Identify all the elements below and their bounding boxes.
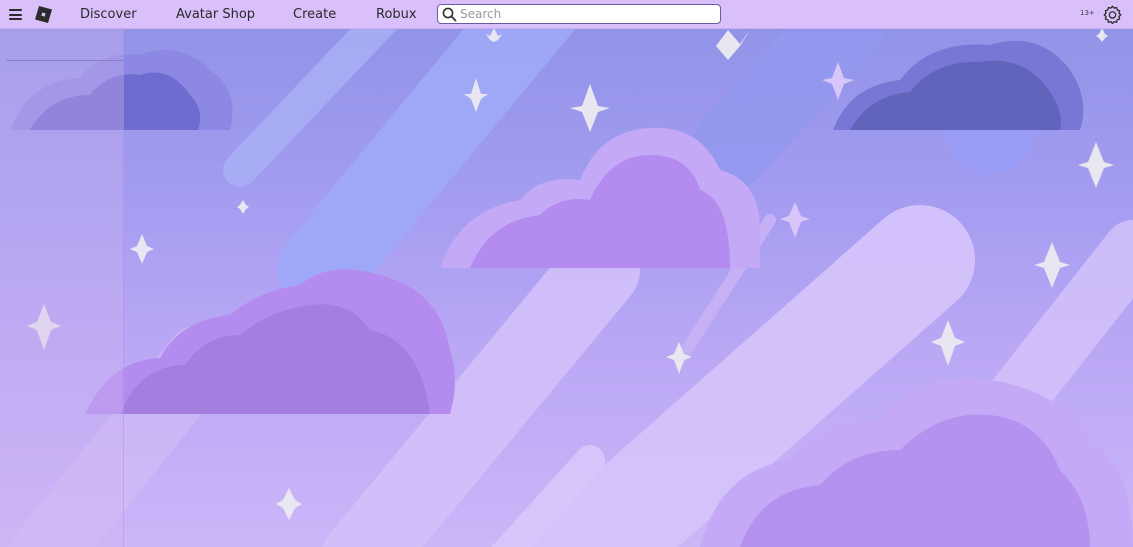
left-sidebar-panel xyxy=(0,29,124,547)
search-icon xyxy=(442,7,457,22)
hamburger-menu-icon[interactable] xyxy=(9,9,22,20)
nav-robux[interactable]: Robux xyxy=(376,0,417,29)
sidebar-divider xyxy=(6,60,123,61)
cloud-top-right xyxy=(833,40,1084,131)
nav-create[interactable]: Create xyxy=(293,0,336,29)
top-navigation-bar: Discover Avatar Shop Create Robux 13+ xyxy=(0,0,1133,29)
page-root: Discover Avatar Shop Create Robux 13+ xyxy=(0,0,1133,547)
cloud-left-bottom xyxy=(85,269,455,414)
gear-icon[interactable] xyxy=(1103,5,1122,24)
background-illustration xyxy=(7,0,1133,547)
nav-discover[interactable]: Discover xyxy=(80,0,137,29)
nav-avatar-shop[interactable]: Avatar Shop xyxy=(176,0,255,29)
search-box[interactable] xyxy=(437,4,721,24)
roblox-logo-icon[interactable] xyxy=(35,6,52,23)
age-rating-badge: 13+ xyxy=(1080,9,1095,17)
search-input[interactable] xyxy=(460,6,710,22)
